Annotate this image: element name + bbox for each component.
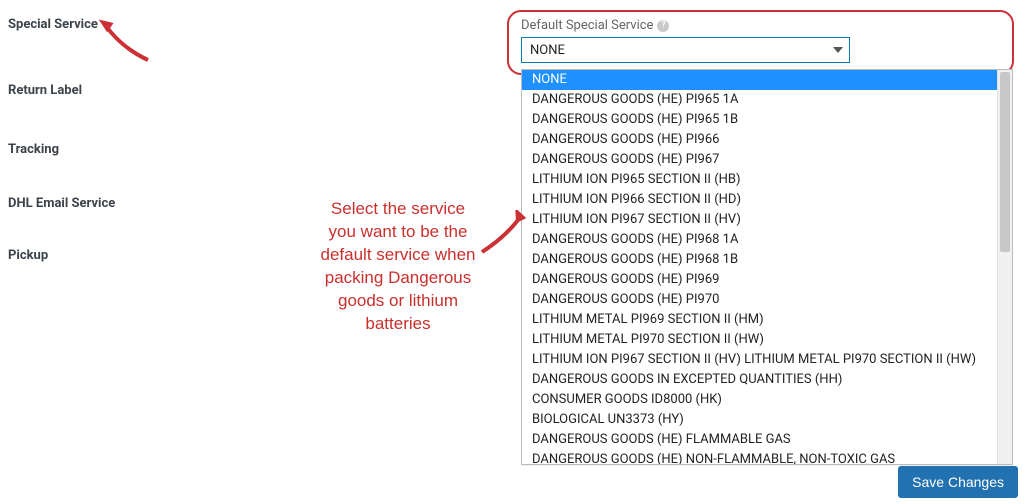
option[interactable]: LITHIUM METAL PI969 SECTION II (HM) — [522, 310, 997, 330]
chevron-down-icon — [833, 47, 843, 53]
default-special-service-field: Default Special Service ? NONE — [507, 10, 1014, 75]
section-tracking[interactable]: Tracking — [8, 142, 168, 159]
annotation-line: Select the service — [293, 198, 503, 221]
option[interactable]: DANGEROUS GOODS (HE) PI968 1A — [522, 230, 997, 250]
annotation-line: packing Dangerous — [293, 267, 503, 290]
section-pickup[interactable]: Pickup — [8, 248, 168, 265]
dropdown-scrollbar[interactable] — [997, 70, 1012, 464]
option[interactable]: LITHIUM ION PI967 SECTION II (HV) LITHIU… — [522, 350, 997, 370]
option[interactable]: DANGEROUS GOODS (HE) NON-FLAMMABLE, NON-… — [522, 450, 997, 464]
field-label-text: Default Special Service — [521, 18, 653, 33]
option[interactable]: DANGEROUS GOODS (HE) PI970 — [522, 290, 997, 310]
option[interactable]: LITHIUM ION PI966 SECTION II (HD) — [522, 190, 997, 210]
option[interactable]: DANGEROUS GOODS IN EXCEPTED QUANTITIES (… — [522, 370, 997, 390]
option[interactable]: DANGEROUS GOODS (HE) PI967 — [522, 150, 997, 170]
annotation-line: default service when — [293, 244, 503, 267]
settings-sections: Special Service Return Label Tracking DH… — [8, 17, 168, 264]
option[interactable]: DANGEROUS GOODS (HE) PI965 1A — [522, 90, 997, 110]
option[interactable]: CONSUMER GOODS ID8000 (HK) — [522, 390, 997, 410]
scrollbar-thumb[interactable] — [1000, 72, 1010, 252]
annotation-callout: Select the service you want to be the de… — [293, 198, 503, 336]
option[interactable]: LITHIUM METAL PI970 SECTION II (HW) — [522, 330, 997, 350]
default-special-service-label: Default Special Service ? — [521, 18, 1000, 33]
annotation-line: goods or lithium — [293, 290, 503, 313]
option[interactable]: DANGEROUS GOODS (HE) PI968 1B — [522, 250, 997, 270]
section-return-label[interactable]: Return Label — [8, 83, 168, 100]
field-highlight: Default Special Service ? NONE — [507, 10, 1014, 75]
option[interactable]: LITHIUM ION PI965 SECTION II (HB) — [522, 170, 997, 190]
default-special-service-dropdown[interactable]: NONE DANGEROUS GOODS (HE) PI965 1A DANGE… — [521, 69, 1013, 465]
annotation-line: batteries — [293, 313, 503, 336]
option[interactable]: LITHIUM ION PI967 SECTION II (HV) — [522, 210, 997, 230]
annotation-line: you want to be the — [293, 221, 503, 244]
section-dhl-email-service[interactable]: DHL Email Service — [8, 196, 168, 213]
save-changes-button[interactable]: Save Changes — [898, 466, 1018, 498]
option[interactable]: DANGEROUS GOODS (HE) PI969 — [522, 270, 997, 290]
option-none[interactable]: NONE — [522, 70, 997, 90]
default-special-service-select[interactable]: NONE — [521, 37, 850, 63]
help-icon[interactable]: ? — [657, 20, 669, 32]
option[interactable]: DANGEROUS GOODS (HE) PI965 1B — [522, 110, 997, 130]
option[interactable]: DANGEROUS GOODS (HE) FLAMMABLE GAS — [522, 430, 997, 450]
option[interactable]: DANGEROUS GOODS (HE) PI966 — [522, 130, 997, 150]
section-special-service[interactable]: Special Service — [8, 17, 168, 34]
dropdown-options: NONE DANGEROUS GOODS (HE) PI965 1A DANGE… — [522, 70, 997, 464]
option[interactable]: BIOLOGICAL UN3373 (HY) — [522, 410, 997, 430]
select-value: NONE — [530, 43, 565, 58]
